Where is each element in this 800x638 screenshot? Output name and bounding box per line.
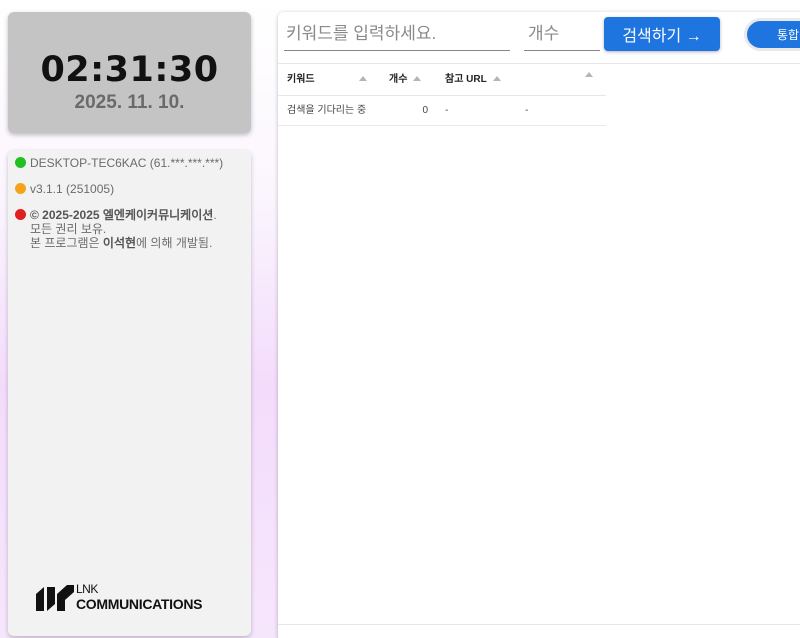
cell-url: - xyxy=(445,105,449,116)
column-header-count-label: 개수 xyxy=(389,74,408,85)
device-info: DESKTOP-TEC6KAC (61.***.***.***) xyxy=(15,156,245,170)
logo-communications-text: COMMUNICATIONS xyxy=(76,596,203,612)
clock-card: 02:31:30 2025. 11. 10. xyxy=(8,12,251,133)
table-row[interactable]: 검색을 기다리는 중 0 - - xyxy=(278,96,606,126)
device-label: DESKTOP-TEC6KAC (61.***.***.***) xyxy=(30,156,224,170)
copyright-period: . xyxy=(213,208,217,222)
cell-count: 0 xyxy=(422,105,428,116)
developer-line: 본 프로그램은 이석현에 의해 개발됨. xyxy=(15,236,245,250)
clock-date: 2025. 11. 10. xyxy=(74,92,185,113)
sort-extra-icon[interactable] xyxy=(585,72,593,77)
column-header-keyword-label: 키워드 xyxy=(287,74,315,85)
developer-suffix: 에 의해 개발됨. xyxy=(136,236,213,250)
developer-prefix: 본 프로그램은 xyxy=(30,236,103,250)
keyword-input[interactable] xyxy=(284,18,510,51)
logo-lnk-text: LNK xyxy=(76,582,98,596)
info-card: DESKTOP-TEC6KAC (61.***.***.***) v3.1.1 … xyxy=(8,150,251,636)
column-header-url-label: 참고 URL xyxy=(445,74,487,85)
column-header-url[interactable]: 참고 URL xyxy=(445,64,501,96)
column-header-count[interactable]: 개수 xyxy=(389,64,422,96)
company-logo: LNK COMMUNICATIONS xyxy=(36,582,226,614)
copyright-label: © 2025-2025 엘엔케이커뮤니케이션 xyxy=(30,208,214,222)
rights-label: 모든 권리 보유. xyxy=(30,222,107,236)
clock-time: 02:31:30 xyxy=(40,50,219,90)
column-header-keyword[interactable]: 키워드 xyxy=(287,64,367,96)
count-input[interactable] xyxy=(524,18,600,51)
lnk-logo-icon xyxy=(36,585,74,611)
results-table-header: 키워드 개수 참고 URL xyxy=(278,64,606,96)
sort-count-icon[interactable] xyxy=(413,76,422,81)
search-bar: 검색하기 → 통합 xyxy=(278,12,800,64)
developer-name: 이석현 xyxy=(102,236,137,250)
panel-footer-divider xyxy=(278,624,800,625)
version-label: v3.1.1 (251005) xyxy=(30,182,115,196)
status-dot-orange-icon xyxy=(15,183,26,194)
sort-url-icon[interactable] xyxy=(492,76,501,81)
sort-keyword-icon[interactable] xyxy=(358,76,367,81)
status-dot-red-icon xyxy=(15,209,26,220)
cell-keyword: 검색을 기다리는 중 xyxy=(287,105,367,116)
main-panel: 검색하기 → 통합 키워드 개수 참고 URL 검색을 기다리는 중 0 - - xyxy=(278,12,800,638)
integrated-search-button[interactable]: 통합 xyxy=(744,18,800,51)
copyright-info: © 2025-2025 엘엔케이커뮤니케이션. 모든 권리 보유. 본 프로그램… xyxy=(15,208,245,250)
cell-extra: - xyxy=(525,105,529,116)
search-button[interactable]: 검색하기 → xyxy=(604,17,720,51)
status-dot-green-icon xyxy=(15,157,26,168)
version-info: v3.1.1 (251005) xyxy=(15,182,245,196)
